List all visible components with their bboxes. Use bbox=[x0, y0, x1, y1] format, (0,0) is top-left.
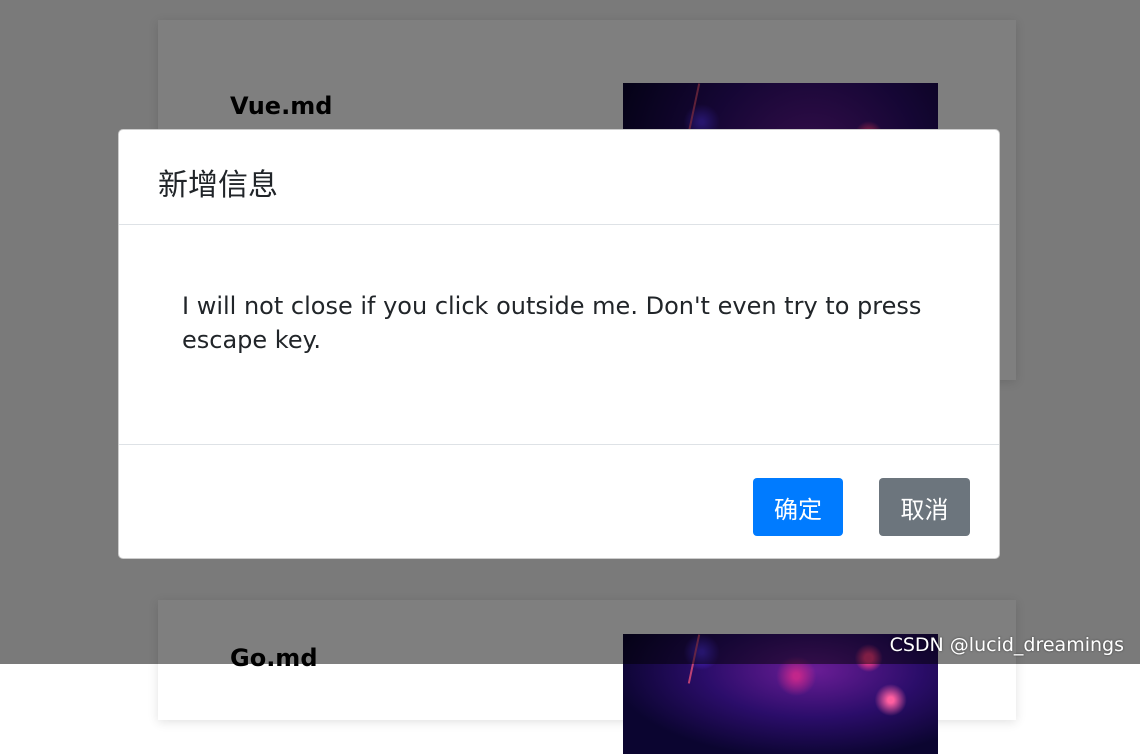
modal-dialog: 新增信息 I will not close if you click outsi… bbox=[118, 129, 1000, 559]
modal-body-text: I will not close if you click outside me… bbox=[182, 292, 922, 354]
cancel-button[interactable]: 取消 bbox=[879, 478, 970, 536]
modal-footer: 确定 取消 bbox=[119, 445, 999, 558]
watermark: CSDN @lucid_dreamings bbox=[889, 634, 1124, 656]
modal-body: I will not close if you click outside me… bbox=[119, 225, 999, 445]
confirm-button[interactable]: 确定 bbox=[753, 478, 843, 536]
modal-header: 新增信息 bbox=[119, 130, 999, 225]
modal-title: 新增信息 bbox=[158, 168, 278, 203]
